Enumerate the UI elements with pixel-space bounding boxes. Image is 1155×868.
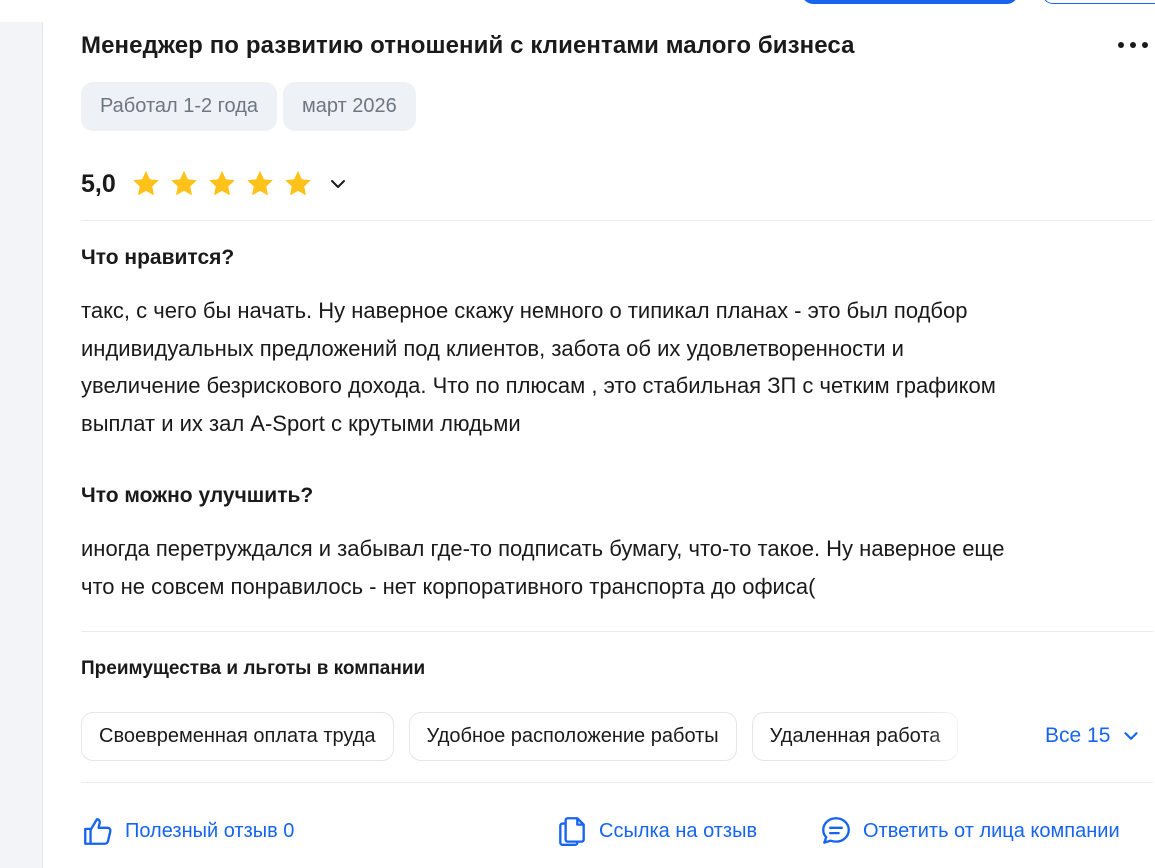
rating-stars (128, 168, 316, 200)
dot-icon (1118, 42, 1124, 48)
reply-as-company-label: Ответить от лица компании (863, 819, 1120, 842)
thumbs-up-icon (84, 818, 112, 845)
reply-as-company-button[interactable]: Ответить от лица компании (819, 814, 1120, 848)
cons-text: иногда перетруждался и забывал где-то по… (81, 530, 1155, 605)
dot-icon (1142, 42, 1148, 48)
review-title: Менеджер по развитию отношений с клиента… (81, 32, 855, 59)
pros-line: выплат и их зал A-Sport с крутыми людьми (81, 410, 521, 436)
perk-chip: Своевременная оплата труда (81, 712, 394, 761)
perks-list: Своевременная оплата труда Удобное распо… (81, 712, 987, 762)
perk-chip: Удобное расположение работы (408, 712, 737, 761)
helpful-review-button[interactable]: Полезный отзыв 0 (81, 814, 294, 848)
divider (81, 782, 1153, 783)
perks-title: Преимущества и льготы в компании (81, 658, 426, 679)
star-icon (208, 170, 235, 196)
helpful-review-label: Полезный отзыв 0 (125, 819, 295, 842)
perks-show-all-button[interactable]: Все 15 (1045, 724, 1142, 748)
pros-text: такс, с чего бы начать. Ну наверное скаж… (81, 292, 1155, 442)
copy-link-label: Ссылка на отзыв (599, 819, 758, 842)
cons-line: что не совсем понравилось - нет корпорат… (81, 573, 816, 599)
divider (81, 220, 1153, 221)
pros-heading: Что нравится? (81, 246, 235, 269)
tag-experience: Работал 1-2 года (81, 82, 278, 131)
dot-icon (1130, 42, 1136, 48)
rating-value: 5,0 (81, 169, 116, 198)
copy-icon (559, 817, 585, 846)
top-primary-button[interactable] (802, 0, 1018, 4)
pros-line: такс, с чего бы начать. Ну наверное скаж… (81, 298, 968, 323)
divider (81, 631, 1153, 632)
perks-show-all-label: Все 15 (1045, 724, 1111, 747)
star-icon (246, 170, 273, 196)
chevron-down-icon[interactable] (326, 172, 350, 196)
review-actions: Полезный отзыв 0 Ссылка на отзыв Ответит… (81, 814, 1155, 848)
star-icon (284, 170, 311, 196)
star-icon (132, 170, 159, 196)
cons-heading: Что можно улучшить? (81, 484, 314, 507)
more-options-icon[interactable] (1115, 36, 1151, 54)
review-tags: Работал 1-2 года март 2026 (81, 82, 416, 131)
tag-date: март 2026 (283, 82, 416, 131)
pros-line: индивидуальных предложений под клиентов,… (81, 335, 904, 361)
chevron-down-icon (1124, 732, 1138, 740)
rating-block: 5,0 (81, 168, 350, 200)
chat-bubble-icon (822, 817, 850, 844)
top-secondary-button[interactable] (1042, 0, 1155, 4)
top-toolbar-strip (0, 0, 1155, 22)
review-card: Менеджер по развитию отношений с клиента… (42, 22, 1155, 868)
cons-line: иногда перетруждался и забывал где-то по… (81, 536, 1005, 561)
star-icon (170, 170, 197, 196)
pros-line: увеличение безрискового дохода. Что по п… (81, 373, 996, 398)
copy-link-button[interactable]: Ссылка на отзыв (555, 814, 757, 848)
perks-fade-overlay (927, 712, 987, 762)
